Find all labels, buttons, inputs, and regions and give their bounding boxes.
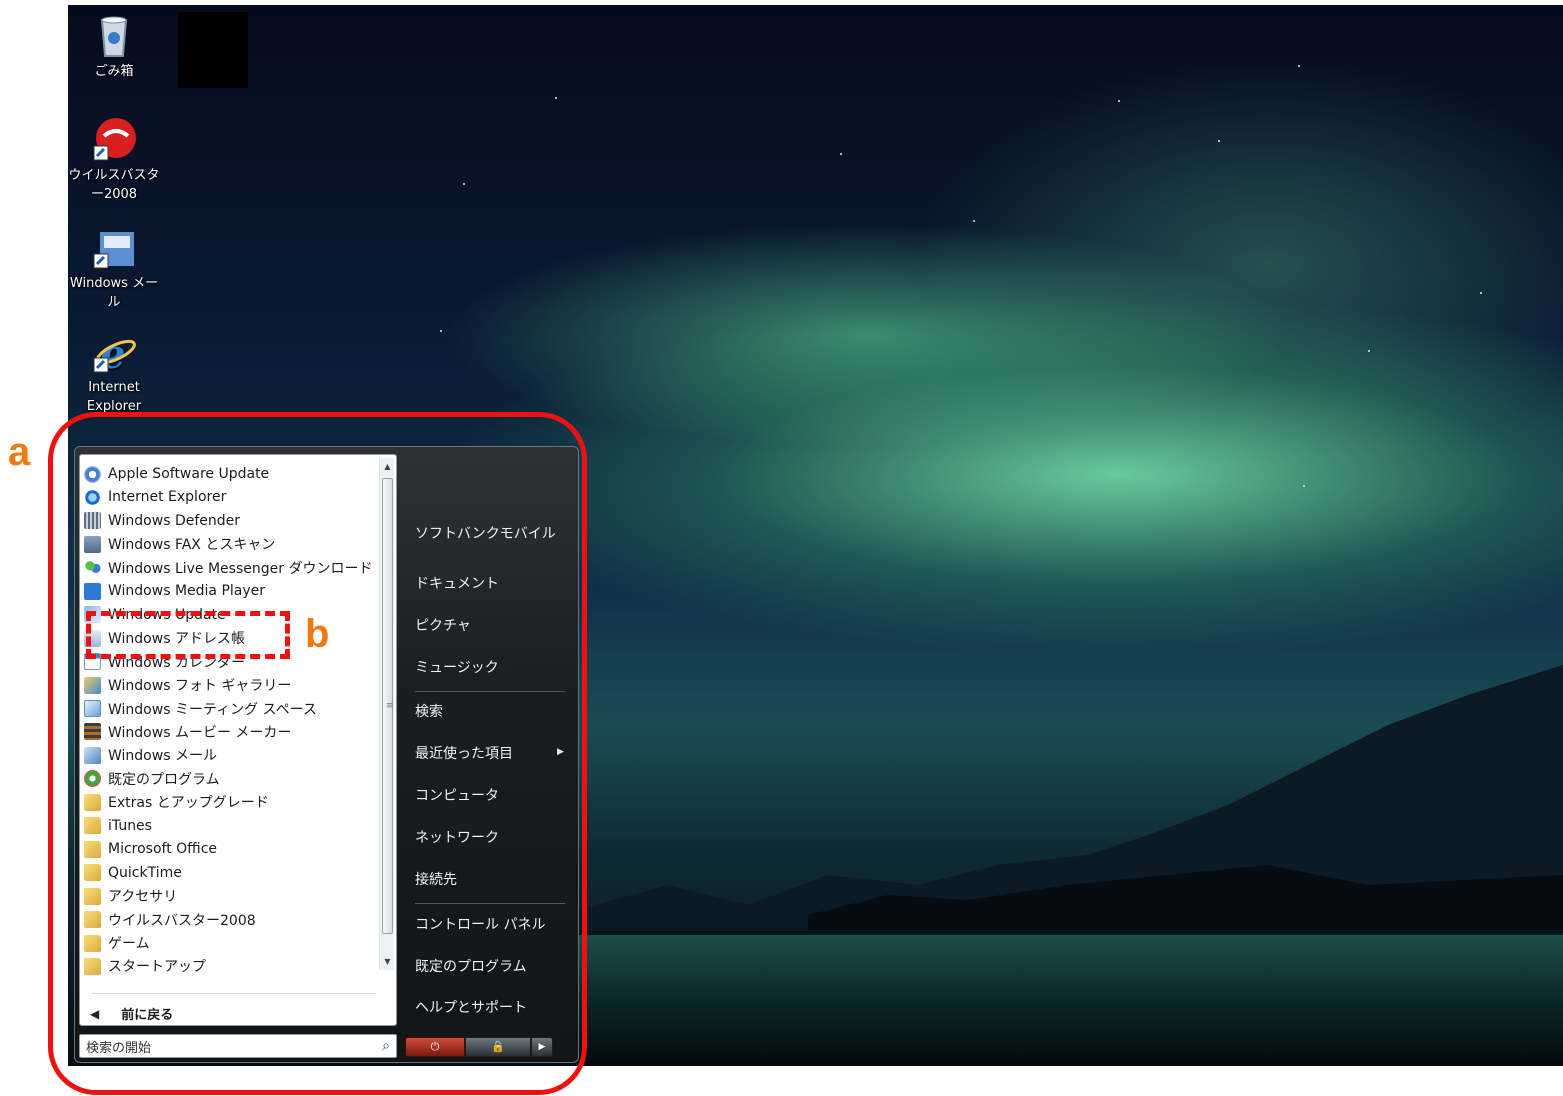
star (463, 183, 465, 185)
star (1368, 350, 1370, 352)
annotation-b-outline (86, 611, 290, 659)
annotation-b-label: b (305, 612, 330, 656)
star (1298, 65, 1300, 67)
star (1303, 485, 1305, 487)
windows-mail-icon (90, 224, 138, 272)
internet-explorer-icon: e (90, 328, 138, 378)
desktop-icon-label: Windows メール (69, 276, 159, 310)
virusbuster-icon (90, 116, 138, 164)
desktop-icon-internet-explorer[interactable]: e Internet Explorer (66, 328, 162, 416)
desktop-icon-virusbuster[interactable]: ウイルスバスター2008 (66, 116, 162, 204)
desktop-icon-label: ウイルスバスター2008 (68, 168, 160, 202)
desktop-icon-label: Internet Explorer (86, 380, 142, 414)
star (440, 330, 442, 332)
star (1218, 140, 1220, 142)
desktop-icon-recycle-bin[interactable]: ごみ箱 (66, 12, 162, 81)
star (840, 153, 842, 155)
annotation-a-label: a (8, 430, 31, 474)
redacted-block (178, 12, 248, 88)
screenshot-stage: ごみ箱 ウイルスバスター2008 Windows メール e Internet … (0, 0, 1563, 1096)
star (555, 97, 557, 99)
star (1480, 292, 1482, 294)
recycle-bin-icon (90, 12, 138, 60)
annotation-a-outline (48, 412, 587, 1095)
desktop-icon-windows-mail[interactable]: Windows メール (66, 224, 162, 312)
star (973, 220, 975, 222)
star (1118, 100, 1120, 102)
desktop-icon-label: ごみ箱 (94, 64, 134, 79)
